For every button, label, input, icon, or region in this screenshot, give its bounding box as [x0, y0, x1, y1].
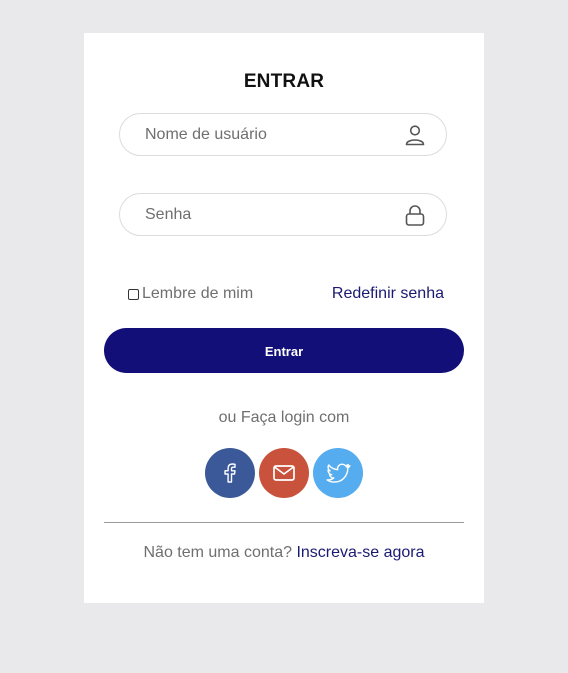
remember-checkbox[interactable] — [128, 288, 139, 300]
twitter-button[interactable] — [313, 448, 363, 498]
username-field[interactable] — [119, 113, 447, 156]
username-input[interactable] — [145, 114, 395, 155]
email-button[interactable] — [259, 448, 309, 498]
remember-label: Lembre de mim — [142, 285, 254, 302]
social-login-prompt: ou Faça login com — [218, 409, 350, 426]
password-input[interactable] — [145, 194, 395, 235]
reset-password-link[interactable]: Redefinir senha — [332, 285, 444, 303]
facebook-button[interactable] — [205, 448, 255, 498]
lock-icon — [405, 205, 425, 226]
mail-icon — [273, 465, 295, 481]
signup-prompt: Não tem uma conta? — [143, 544, 297, 561]
remember-me[interactable]: Lembre de mim — [128, 285, 253, 303]
login-button[interactable]: Entrar — [104, 328, 464, 373]
divider — [104, 522, 464, 523]
twitter-icon — [326, 463, 351, 483]
password-field[interactable] — [119, 193, 447, 236]
login-title: ENTRAR — [243, 71, 325, 92]
facebook-icon — [224, 463, 236, 483]
login-card: ENTRAR Lembre de mim Redefinir senha Ent… — [84, 33, 484, 603]
signup-row: Não tem uma conta? Inscreva-se agora — [84, 544, 484, 562]
user-icon — [405, 125, 425, 146]
signup-link[interactable]: Inscreva-se agora — [296, 544, 424, 561]
